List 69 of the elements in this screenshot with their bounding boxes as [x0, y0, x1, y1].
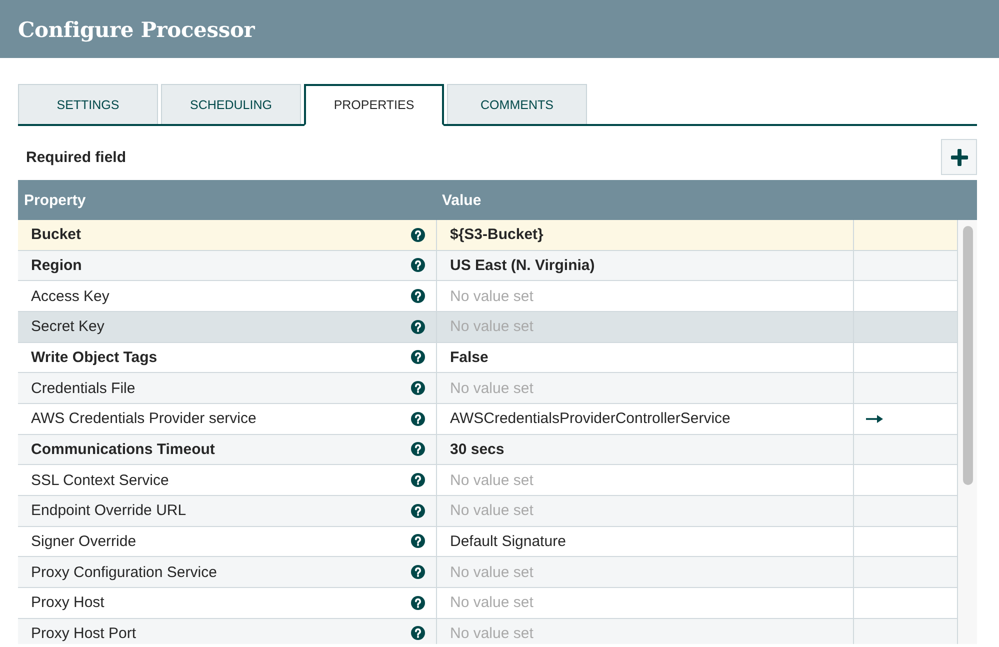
scrollbar-thumb[interactable] [963, 226, 973, 485]
property-value: Default Signature [450, 532, 566, 550]
table-row[interactable]: SSL Context Service No value set [18, 465, 958, 496]
property-value: US East (N. Virginia) [450, 256, 595, 274]
table-row[interactable]: AWS Credentials Provider service AWSCredentialsProviderControllerService [18, 404, 958, 435]
help-icon[interactable] [411, 381, 425, 396]
property-name: Communications Timeout [31, 440, 215, 458]
help-icon[interactable] [411, 534, 425, 548]
help-icon[interactable] [411, 504, 425, 518]
property-name: Region [31, 256, 82, 274]
help-icon[interactable] [411, 442, 425, 456]
table-row[interactable]: Access Key No value set [18, 281, 958, 312]
property-name: Proxy Configuration Service [31, 564, 217, 581]
table-row[interactable]: Credentials File No value set [18, 373, 958, 404]
property-value: 30 secs [450, 440, 504, 458]
property-value: No value set [450, 318, 534, 336]
help-icon[interactable] [411, 289, 425, 304]
property-name: Write Object Tags [31, 348, 158, 366]
property-name: Proxy Host [31, 594, 104, 612]
scrollbar[interactable] [958, 220, 977, 644]
tab[interactable]: PROPERTIES [304, 84, 444, 126]
property-name: Credentials File [31, 380, 136, 397]
property-value: No value set [450, 380, 534, 397]
property-value: No value set [450, 624, 534, 642]
plus-icon [950, 148, 968, 166]
arrow-right-icon[interactable] [866, 414, 883, 423]
column-header: Property [24, 192, 86, 208]
property-value: False [450, 348, 488, 366]
help-icon[interactable] [411, 412, 425, 426]
property-name: AWS Credentials Provider service [31, 410, 256, 428]
tab[interactable]: SCHEDULING [161, 84, 301, 124]
table-row[interactable]: Signer Override Default Signature [18, 526, 958, 558]
table-row[interactable]: Write Object Tags False [18, 342, 958, 374]
add-property-button[interactable] [941, 139, 977, 175]
help-icon[interactable] [411, 565, 425, 580]
property-value: No value set [450, 288, 534, 305]
table-row[interactable]: Proxy Configuration Service No value set [18, 557, 958, 588]
table-row[interactable]: Proxy Host Port No value set [18, 618, 958, 644]
property-name: Signer Override [31, 532, 136, 550]
property-value: No value set [450, 502, 534, 520]
help-icon[interactable] [411, 228, 425, 242]
help-icon[interactable] [411, 626, 425, 640]
property-value: No value set [450, 472, 534, 489]
table-row[interactable]: Endpoint Override URL No value set [18, 496, 958, 527]
help-icon[interactable] [411, 596, 425, 610]
table-row[interactable]: Secret Key No value set [18, 312, 958, 343]
tab[interactable]: COMMENTS [447, 84, 587, 124]
table-row[interactable]: Region US East (N. Virginia) [18, 250, 958, 282]
required-field-label: Required field [25, 148, 126, 166]
window-title: Configure Processor [18, 16, 255, 42]
property-name: SSL Context Service [31, 472, 169, 489]
tab[interactable]: SETTINGS [18, 84, 158, 124]
property-name: Proxy Host Port [31, 624, 136, 642]
property-name: Bucket [31, 226, 82, 244]
property-value: ${S3-Bucket} [450, 226, 544, 244]
help-icon[interactable] [411, 350, 425, 364]
property-value: No value set [450, 594, 534, 612]
table-row[interactable]: Communications Timeout 30 secs [18, 434, 958, 466]
table-row[interactable]: Proxy Host No value set [18, 588, 958, 619]
property-name: Secret Key [31, 318, 104, 336]
table-row[interactable]: Bucket ${S3-Bucket} [18, 220, 958, 251]
help-icon[interactable] [411, 320, 425, 334]
property-name: Endpoint Override URL [31, 502, 186, 520]
property-value: No value set [450, 564, 534, 581]
property-name: Access Key [31, 288, 110, 305]
column-header: Value [442, 192, 482, 208]
help-icon[interactable] [411, 258, 425, 272]
help-icon[interactable] [411, 473, 425, 488]
property-value: AWSCredentialsProviderControllerService [450, 410, 730, 428]
